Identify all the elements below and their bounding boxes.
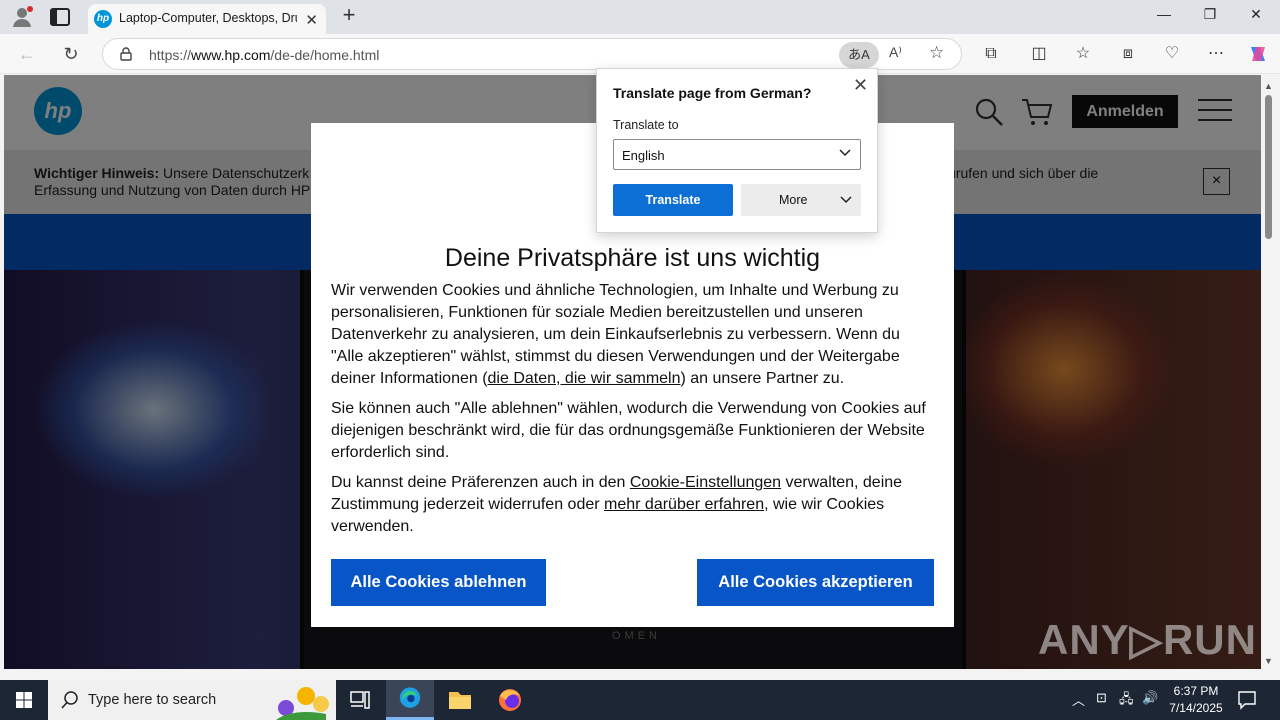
clock-time: 6:37 PM [1173, 684, 1219, 698]
back-icon[interactable]: ← [14, 42, 40, 66]
meet-now-icon[interactable]: ⊡ [1096, 690, 1107, 706]
refresh-icon[interactable]: ↻ [58, 42, 84, 66]
accept-all-cookies-button[interactable]: Alle Cookies akzeptieren [697, 559, 934, 606]
search-icon [61, 691, 78, 709]
notifications-icon[interactable] [1236, 689, 1258, 711]
taskbar-search-box[interactable]: Type here to search [48, 680, 336, 720]
translate-icon[interactable]: あA [839, 42, 879, 68]
more-options-label: More [779, 193, 808, 207]
selected-language: English [622, 148, 665, 163]
flowers-decoration-icon [276, 687, 329, 720]
hp-favicon-icon: hp [94, 10, 112, 28]
translate-button[interactable]: Translate [613, 184, 733, 216]
clock-date: 7/14/2025 [1169, 701, 1223, 715]
split-screen-icon[interactable]: ◫ [1027, 43, 1051, 65]
chevron-down-icon [840, 196, 852, 204]
cookie-settings-link[interactable]: Cookie-Einstellungen [630, 474, 781, 491]
url-text: https://www.hp.com/de-de/home.html [149, 47, 380, 63]
read-aloud-icon[interactable]: A⁾ [889, 44, 902, 61]
page-scrollbar[interactable]: ▲ ▼ [1261, 75, 1276, 669]
target-language-select[interactable]: English [613, 139, 861, 170]
collections-icon[interactable]: ⧈ [1116, 43, 1140, 65]
copilot-icon[interactable] [1246, 43, 1270, 65]
extensions-icon[interactable]: ⧉ [979, 43, 1003, 65]
anyrun-watermark: ANY▷RUN [1038, 616, 1257, 663]
windows-taskbar: Type here to search ︿ ⊡ 🖧 🔊 6:37 PM 7/14… [0, 680, 1280, 720]
learn-more-link[interactable]: mehr darüber erfahren [604, 496, 764, 513]
edge-browser-icon[interactable] [386, 680, 434, 720]
network-icon[interactable]: 🖧 [1119, 690, 1134, 712]
more-options-button[interactable]: More [741, 184, 861, 216]
scroll-down-icon[interactable]: ▼ [1264, 656, 1273, 666]
translate-close-icon[interactable]: ✕ [853, 75, 868, 96]
scroll-up-icon[interactable]: ▲ [1264, 81, 1273, 91]
tab-title: Laptop-Computer, Desktops, Drucker [119, 11, 297, 25]
scroll-thumb[interactable] [1265, 95, 1272, 239]
windows-start-icon[interactable] [0, 680, 48, 720]
window-close-icon[interactable]: ✕ [1234, 6, 1278, 28]
profile-icon[interactable] [10, 5, 34, 29]
cookie-paragraph-1: Wir verwenden Cookies und ähnliche Techn… [331, 282, 900, 387]
lock-icon[interactable] [119, 47, 133, 61]
cookie-dialog-title: Deine Privatsphäre ist uns wichtig [444, 244, 821, 272]
minimize-icon[interactable]: — [1142, 6, 1186, 28]
favorites-icon[interactable]: ☆ [1071, 43, 1095, 65]
file-explorer-icon[interactable] [436, 680, 484, 720]
new-tab-icon[interactable]: + [338, 4, 360, 28]
address-bar[interactable]: https://www.hp.com/de-de/home.html あA A⁾… [102, 38, 962, 70]
cookie-paragraph-3: Du kannst deine Präferenzen auch in den … [331, 474, 903, 535]
close-tab-icon[interactable]: ✕ [305, 11, 318, 29]
translate-heading: Translate page from German? [613, 85, 812, 101]
browser-tab-bar: hp Laptop-Computer, Desktops, Drucker ✕ … [0, 0, 1280, 34]
favorite-star-icon[interactable]: ☆ [929, 43, 944, 63]
more-menu-icon[interactable]: ⋯ [1204, 43, 1228, 65]
search-placeholder: Type here to search [88, 692, 217, 708]
translate-popup: Translate page from German? ✕ Translate … [596, 68, 878, 233]
show-hidden-icons-icon[interactable]: ︿ [1072, 690, 1085, 709]
chevron-down-icon [839, 149, 851, 157]
tab-hp-home[interactable]: hp Laptop-Computer, Desktops, Drucker ✕ [88, 4, 326, 34]
task-view-icon[interactable] [336, 680, 384, 720]
cookie-paragraph-2: Sie können auch "Alle ablehnen" wählen, … [331, 400, 926, 461]
tab-actions-icon[interactable] [48, 6, 72, 28]
firefox-icon[interactable] [486, 680, 534, 720]
volume-icon[interactable]: 🔊 [1142, 690, 1158, 706]
taskbar-clock[interactable]: 6:37 PM 7/14/2025 [1164, 683, 1228, 717]
data-we-collect-link[interactable]: die Daten, die wir sammeln [488, 370, 681, 387]
translate-to-label: Translate to [613, 118, 679, 132]
restore-icon[interactable]: ❐ [1188, 6, 1232, 28]
reject-all-cookies-button[interactable]: Alle Cookies ablehnen [331, 559, 546, 606]
browser-essentials-icon[interactable]: ♡ [1160, 43, 1184, 65]
